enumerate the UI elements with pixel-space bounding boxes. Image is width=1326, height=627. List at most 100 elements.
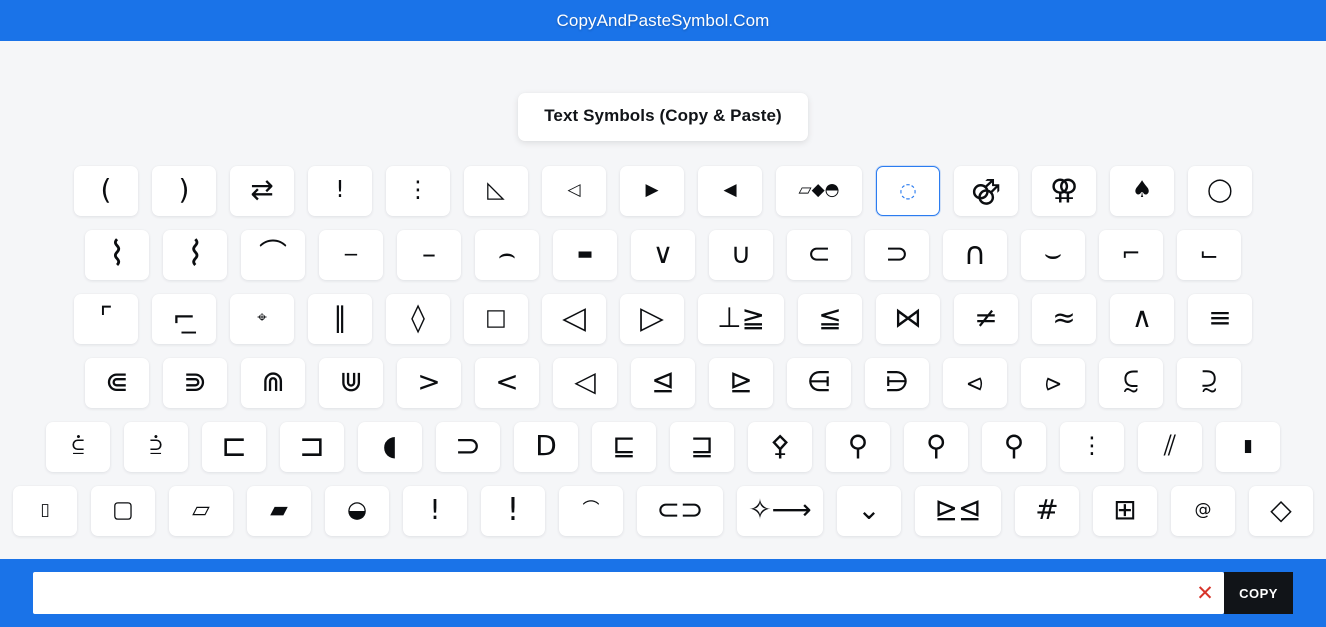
symbol-number-sign[interactable]: # (1015, 486, 1079, 536)
symbol-squared-plus-window[interactable]: ⊞ (1093, 486, 1157, 536)
symbol-doubled-male[interactable]: ⚣ (954, 166, 1018, 216)
symbol-small-arc[interactable]: ⌒ (559, 486, 623, 536)
symbol-letter-d-shape[interactable]: D (514, 422, 578, 472)
symbol-rightleft-arrows[interactable]: ⇄ (230, 166, 294, 216)
symbol-diamond-arrow[interactable]: ✧⟶ (737, 486, 823, 536)
symbol-superset-equal-dot[interactable]: ⫄ (124, 422, 188, 472)
symbol-glyph: ⊂ (807, 237, 831, 270)
symbol-white-left-triangle[interactable]: ◁ (542, 166, 606, 216)
symbol-contains-with-dot[interactable]: ⋻ (865, 358, 929, 408)
symbol-pallas[interactable]: ⚴ (748, 422, 812, 472)
symbol-glyph: ▱ (192, 496, 210, 523)
symbol-exclamation[interactable]: ! (308, 166, 372, 216)
symbol-lower-left-triangle[interactable]: ◺ (464, 166, 528, 216)
symbol-pin-up[interactable]: ⚲ (904, 422, 968, 472)
symbol-white-right-triangle-large[interactable]: ▷ (620, 294, 684, 344)
symbol-logical-or[interactable]: ∨ (631, 230, 695, 280)
symbol-turned-not[interactable]: ⌙ (1177, 230, 1241, 280)
symbol-right-paren[interactable]: ) (152, 166, 216, 216)
symbol-element-with-dot[interactable]: ⋳ (787, 358, 851, 408)
symbol-en-dash[interactable]: – (397, 230, 461, 280)
symbol-top-left-corner[interactable]: ⌜ (74, 294, 138, 344)
symbol-exclamation-2[interactable]: ! (403, 486, 467, 536)
symbol-small-wedge[interactable]: ⌄ (837, 486, 901, 536)
symbol-superset-with-plus[interactable]: ⪧ (1021, 358, 1085, 408)
symbol-white-square[interactable]: □ (464, 294, 528, 344)
symbol-input[interactable] (33, 573, 1186, 613)
symbol-logical-and[interactable]: ∧ (1110, 294, 1174, 344)
symbol-double-subset[interactable]: ⋐ (85, 358, 149, 408)
symbol-black-vertical-rectangle[interactable]: ▮ (1216, 422, 1280, 472)
symbol-not-equal[interactable]: ≠ (954, 294, 1018, 344)
symbol-black-parallelogram[interactable]: ▰ (247, 486, 311, 536)
symbol-double-intersection[interactable]: ⋒ (241, 358, 305, 408)
symbol-white-parallelogram[interactable]: ▱ (169, 486, 233, 536)
symbol-subset-of[interactable]: ⊂ (787, 230, 851, 280)
symbol-wavy-line-down[interactable]: ⌇ (85, 230, 149, 280)
symbol-left-paren[interactable]: ( (74, 166, 138, 216)
symbol-almost-equal[interactable]: ≈ (1032, 294, 1096, 344)
symbol-identical-to[interactable]: ≡ (1188, 294, 1252, 344)
symbol-subset-superset-pair[interactable]: ⊂⊃ (637, 486, 723, 536)
symbol-black-right-triangle[interactable]: ▶ (620, 166, 684, 216)
symbol-white-diamond[interactable]: ◇ (1249, 486, 1313, 536)
symbol-intersection[interactable]: ∩ (943, 230, 1007, 280)
symbol-black-rectangle[interactable]: ▬ (553, 230, 617, 280)
symbol-vertical-ellipsis[interactable]: ⋮ (386, 166, 450, 216)
symbol-double-union[interactable]: ⋓ (319, 358, 383, 408)
symbol-glyph: ) (178, 173, 190, 206)
symbol-black-left-triangle[interactable]: ◀ (698, 166, 762, 216)
symbol-parallelogram-diamond-circle[interactable]: ▱◆◓ (776, 166, 862, 216)
symbol-square-image-of[interactable]: ⊏ (202, 422, 266, 472)
symbol-lozenge[interactable]: ◊ (386, 294, 450, 344)
symbol-spade[interactable]: ♠ (1110, 166, 1174, 216)
symbol-dotted-circle-selected[interactable]: ◌ (876, 166, 940, 216)
symbol-double-superset[interactable]: ⋑ (163, 358, 227, 408)
symbol-square-original-of-equal[interactable]: ⊒ (670, 422, 734, 472)
clear-icon[interactable]: ✕ (1186, 573, 1224, 613)
symbol-triangle-pair[interactable]: ⊵⊴ (915, 486, 1001, 536)
symbol-large-circle[interactable]: ◯ (1188, 166, 1252, 216)
symbol-vertical-ellipsis-2[interactable]: ⋮ (1060, 422, 1124, 472)
symbol-union[interactable]: ∪ (709, 230, 773, 280)
symbol-position-indicator[interactable]: ⌖ (230, 294, 294, 344)
symbol-commercial-at[interactable]: @ (1171, 486, 1235, 536)
symbol-smile-arc[interactable]: ⌣ (1021, 230, 1085, 280)
symbol-subset-with-times[interactable]: ⫇ (1099, 358, 1163, 408)
symbol-parallel-to[interactable]: ∥ (308, 294, 372, 344)
symbol-square-original-of[interactable]: ⊐ (280, 422, 344, 472)
symbol-subset-with-plus[interactable]: ⪦ (943, 358, 1007, 408)
symbol-triangle-left-outline[interactable]: ◁ (553, 358, 617, 408)
symbol-perpendicular-greater-equal[interactable]: ⊥≧ (698, 294, 784, 344)
symbol-glyph: ⚲ (925, 429, 947, 462)
symbol-pin-down[interactable]: ⚲ (982, 422, 1046, 472)
symbol-lower-half-circle[interactable]: ◒ (325, 486, 389, 536)
symbol-bowtie[interactable]: ⋈ (876, 294, 940, 344)
symbol-subset-equal-dot[interactable]: ⫃ (46, 422, 110, 472)
symbol-white-left-triangle-large[interactable]: ◁ (542, 294, 606, 344)
symbol-square-image-of-equal[interactable]: ⊑ (592, 422, 656, 472)
symbol-superset-with-times[interactable]: ⫈ (1177, 358, 1241, 408)
copy-button[interactable]: COPY (1224, 572, 1293, 614)
symbol-frown-arc[interactable]: ⌢ (475, 230, 539, 280)
symbol-exclamation-3[interactable]: ! (481, 486, 545, 536)
symbol-contains-normal-subgroup-equal[interactable]: ⊵ (709, 358, 773, 408)
symbol-triple-solidus[interactable]: ⫽ (1138, 422, 1202, 472)
symbol-white-vertical-rectangle[interactable]: ▯ (13, 486, 77, 536)
symbol-neuter[interactable]: ⚲ (826, 422, 890, 472)
symbol-glyph: □ (485, 304, 507, 331)
symbol-reversed-not[interactable]: ⌐ (1099, 230, 1163, 280)
symbol-greater-than[interactable]: > (397, 358, 461, 408)
symbol-doubled-female[interactable]: ⚢ (1032, 166, 1096, 216)
symbol-figure-dash[interactable]: ‒ (319, 230, 383, 280)
symbol-left-half-circle[interactable]: ◖ (358, 422, 422, 472)
symbol-arc[interactable]: ⌒ (241, 230, 305, 280)
symbol-rounded-square[interactable]: ▢ (91, 486, 155, 536)
symbol-normal-subgroup-equal[interactable]: ⊴ (631, 358, 695, 408)
symbol-wavy-line-up[interactable]: ⌇ (163, 230, 227, 280)
symbol-superset-of[interactable]: ⊃ (865, 230, 929, 280)
symbol-less-over-equal[interactable]: ≦ (798, 294, 862, 344)
symbol-bottom-right-corner[interactable]: ⌐̲ (152, 294, 216, 344)
symbol-superset-plain[interactable]: ⊃ (436, 422, 500, 472)
symbol-less-than[interactable]: < (475, 358, 539, 408)
